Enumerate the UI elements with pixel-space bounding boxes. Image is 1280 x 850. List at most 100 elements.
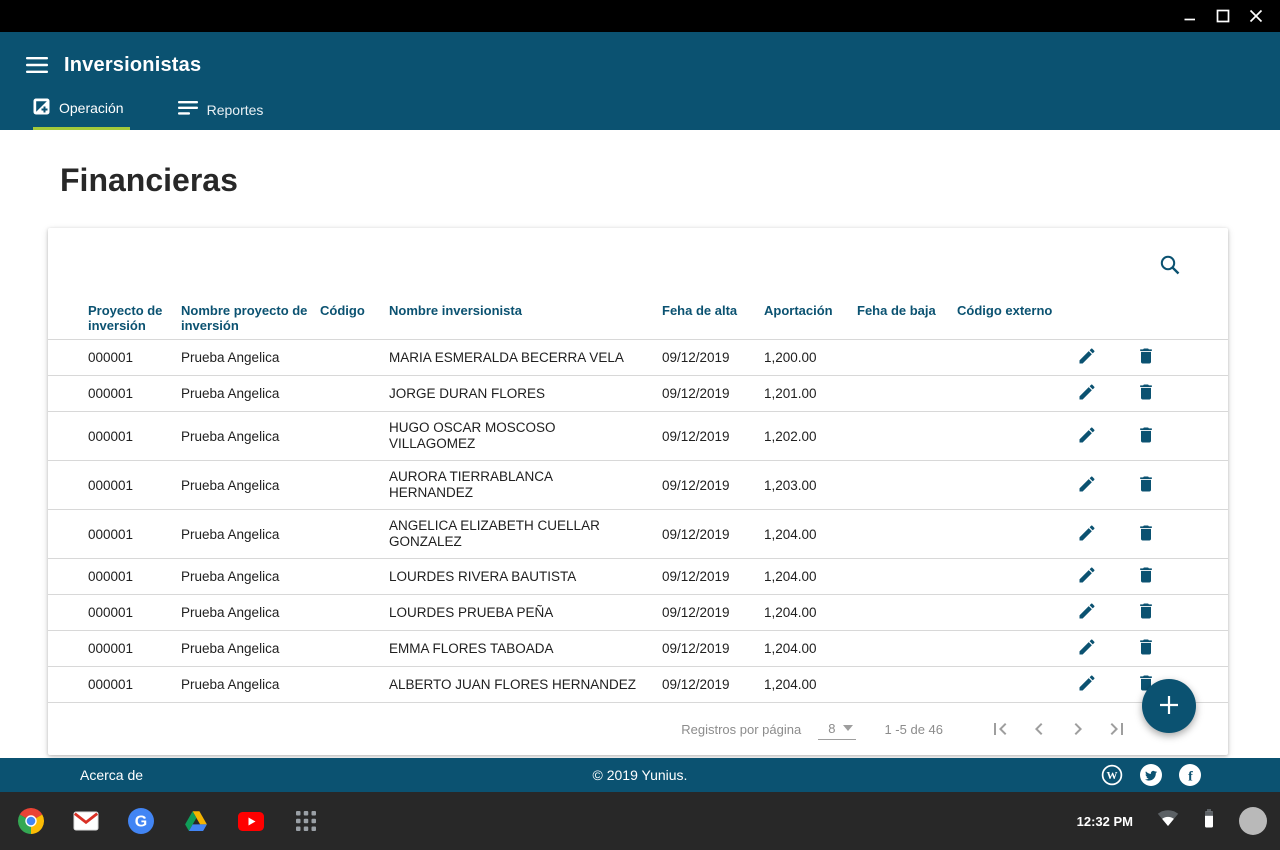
- list-icon: [178, 101, 198, 118]
- facebook-icon[interactable]: f: [1179, 764, 1201, 786]
- cell-feha-alta: 09/12/2019: [662, 340, 764, 376]
- page-size-value: 8: [828, 721, 835, 736]
- page-size-select[interactable]: 8: [818, 719, 856, 740]
- window-titlebar: [0, 0, 1280, 32]
- status-tray[interactable]: 12:32 PM: [1077, 807, 1280, 835]
- table-row: 000001 Prueba Angelica LOURDES RIVERA BA…: [48, 559, 1228, 595]
- cell-feha-alta: 09/12/2019: [662, 376, 764, 412]
- table-row: 000001 Prueba Angelica JORGE DURAN FLORE…: [48, 376, 1228, 412]
- cell-aportacion: 1,204.00: [764, 559, 857, 595]
- table-body: 000001 Prueba Angelica MARIA ESMERALDA B…: [48, 340, 1228, 703]
- trash-icon[interactable]: [1134, 563, 1158, 590]
- trash-icon[interactable]: [1134, 635, 1158, 662]
- edit-pencil-icon[interactable]: [1075, 344, 1099, 371]
- cell-nombre-proyecto: Prueba Angelica: [181, 595, 320, 631]
- plus-icon: [1157, 693, 1181, 720]
- cell-aportacion: 1,201.00: [764, 376, 857, 412]
- wordpress-icon[interactable]: W: [1101, 764, 1123, 786]
- cell-feha-baja: [857, 631, 957, 667]
- edit-pencil-icon[interactable]: [1075, 671, 1099, 698]
- cell-nombre-proyecto: Prueba Angelica: [181, 559, 320, 595]
- trash-icon[interactable]: [1134, 472, 1158, 499]
- cell-aportacion: 1,204.00: [764, 510, 857, 559]
- google-icon[interactable]: G: [128, 808, 154, 834]
- chart-edit-icon: [33, 98, 50, 118]
- maximize-icon[interactable]: [1214, 7, 1232, 25]
- copyright-text: © 2019 Yunius.: [0, 767, 1280, 783]
- cell-actions: [1075, 559, 1228, 595]
- minimize-icon[interactable]: [1181, 7, 1199, 25]
- cell-feha-alta: 09/12/2019: [662, 559, 764, 595]
- table-row: 000001 Prueba Angelica HUGO OSCAR MOSCOS…: [48, 412, 1228, 461]
- hamburger-menu-icon[interactable]: [26, 57, 48, 73]
- pager-nav: [987, 716, 1130, 742]
- clock-label: 12:32 PM: [1077, 814, 1133, 829]
- edit-pencil-icon[interactable]: [1075, 472, 1099, 499]
- cell-proyecto: 000001: [48, 461, 181, 510]
- first-page-icon[interactable]: [987, 716, 1013, 742]
- cell-codigo: [320, 376, 389, 412]
- trash-icon[interactable]: [1134, 423, 1158, 450]
- cell-codigo-externo: [957, 631, 1075, 667]
- previous-page-icon[interactable]: [1026, 716, 1052, 742]
- cell-nombre-proyecto: Prueba Angelica: [181, 510, 320, 559]
- cell-codigo: [320, 412, 389, 461]
- cell-nombre-inversionista: LOURDES RIVERA BAUTISTA: [389, 559, 662, 595]
- add-button[interactable]: [1142, 679, 1196, 733]
- cell-feha-alta: 09/12/2019: [662, 667, 764, 703]
- drive-icon[interactable]: [183, 808, 209, 834]
- about-link[interactable]: Acerca de: [80, 767, 143, 783]
- cell-aportacion: 1,204.00: [764, 595, 857, 631]
- cell-actions: [1075, 461, 1228, 510]
- battery-icon: [1203, 809, 1215, 833]
- cell-codigo-externo: [957, 595, 1075, 631]
- cell-aportacion: 1,203.00: [764, 461, 857, 510]
- edit-pencil-icon[interactable]: [1075, 423, 1099, 450]
- cell-codigo-externo: [957, 412, 1075, 461]
- footer: Acerca de © 2019 Yunius. W f: [0, 758, 1280, 792]
- edit-pencil-icon[interactable]: [1075, 599, 1099, 626]
- trash-icon[interactable]: [1134, 521, 1158, 548]
- cell-nombre-inversionista: MARIA ESMERALDA BECERRA VELA: [389, 340, 662, 376]
- col-aportacion: Aportación: [764, 300, 857, 340]
- trash-icon[interactable]: [1134, 344, 1158, 371]
- page-range-label: 1 -5 de 46: [884, 722, 943, 737]
- cell-feha-baja: [857, 340, 957, 376]
- cell-actions: [1075, 631, 1228, 667]
- cell-feha-alta: 09/12/2019: [662, 461, 764, 510]
- tab-operacion[interactable]: Operación: [33, 98, 130, 130]
- col-feha-alta: Feha de alta: [662, 300, 764, 340]
- twitter-icon[interactable]: [1140, 764, 1162, 786]
- tab-reportes[interactable]: Reportes: [178, 101, 270, 130]
- pagination-bar: Registros por página 8 1 -5 de 46: [48, 703, 1228, 755]
- table-row: 000001 Prueba Angelica EMMA FLORES TABOA…: [48, 631, 1228, 667]
- cell-nombre-inversionista: EMMA FLORES TABOADA: [389, 631, 662, 667]
- svg-text:G: G: [135, 814, 147, 831]
- trash-icon[interactable]: [1134, 599, 1158, 626]
- edit-pencil-icon[interactable]: [1075, 380, 1099, 407]
- main-content: Financieras Proyecto de inversión Nombre…: [0, 130, 1280, 758]
- col-proyecto-inversion: Proyecto de inversión: [48, 300, 181, 340]
- last-page-icon[interactable]: [1104, 716, 1130, 742]
- financieras-table: Proyecto de inversión Nombre proyecto de…: [48, 300, 1228, 703]
- apps-grid-icon[interactable]: [293, 808, 319, 834]
- tab-operacion-label: Operación: [59, 100, 124, 116]
- cell-feha-baja: [857, 412, 957, 461]
- app-title: Inversionistas: [64, 54, 201, 77]
- edit-pencil-icon[interactable]: [1075, 563, 1099, 590]
- cell-proyecto: 000001: [48, 376, 181, 412]
- cell-proyecto: 000001: [48, 559, 181, 595]
- gmail-icon[interactable]: [73, 808, 99, 834]
- edit-pencil-icon[interactable]: [1075, 521, 1099, 548]
- close-icon[interactable]: [1247, 7, 1265, 25]
- youtube-icon[interactable]: [238, 808, 264, 834]
- cell-actions: [1075, 595, 1228, 631]
- chrome-icon[interactable]: [18, 808, 44, 834]
- next-page-icon[interactable]: [1065, 716, 1091, 742]
- trash-icon[interactable]: [1134, 380, 1158, 407]
- edit-pencil-icon[interactable]: [1075, 635, 1099, 662]
- search-icon[interactable]: [1156, 252, 1184, 280]
- cell-nombre-proyecto: Prueba Angelica: [181, 461, 320, 510]
- cell-actions: [1075, 376, 1228, 412]
- page-title: Financieras: [60, 163, 1280, 197]
